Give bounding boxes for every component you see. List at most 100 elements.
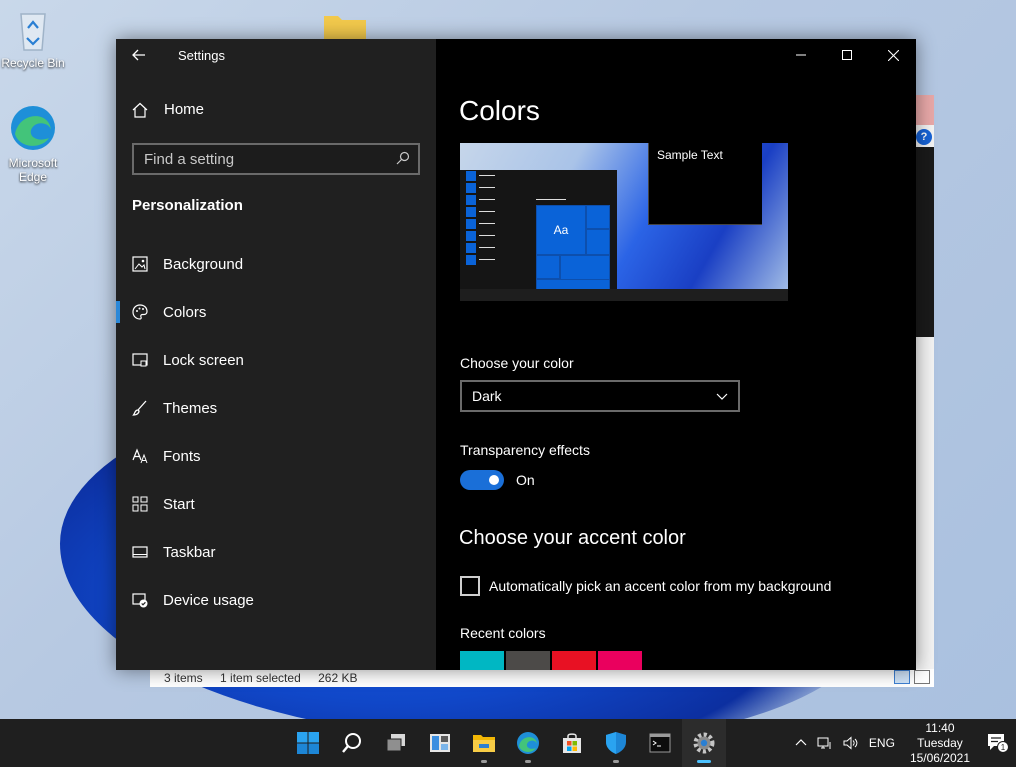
- palette-icon: [132, 304, 148, 320]
- dropdown-value: Dark: [472, 388, 502, 404]
- recent-color-swatches: [460, 651, 642, 670]
- clock[interactable]: 11:40 Tuesday 15/06/2021: [910, 721, 970, 766]
- transparency-label: Transparency effects: [460, 442, 590, 458]
- large-icons-view-icon[interactable]: [914, 670, 930, 684]
- taskbar-store-button[interactable]: [550, 719, 594, 767]
- color-swatch[interactable]: [506, 651, 550, 670]
- details-view-icon[interactable]: [894, 670, 910, 684]
- color-preview: Aa Sample Text: [460, 143, 788, 301]
- nav-label: Colors: [163, 303, 207, 321]
- clock-date: 15/06/2021: [909, 750, 970, 765]
- font-icon: [132, 448, 148, 464]
- edge-icon: [11, 106, 55, 150]
- minimize-icon: [796, 54, 806, 56]
- preview-list-bars: [466, 171, 496, 267]
- window-title: Settings: [178, 47, 225, 63]
- settings-window: Settings Home Find a setting Personaliza…: [116, 39, 916, 670]
- choose-color-label: Choose your color: [460, 355, 574, 371]
- notification-center-button[interactable]: 1: [980, 733, 1016, 753]
- taskbar-search-button[interactable]: [330, 719, 374, 767]
- desktop-icon-label: Recycle Bin: [1, 56, 65, 70]
- transparency-toggle[interactable]: [460, 470, 504, 490]
- nav-label: Background: [163, 255, 244, 273]
- back-button[interactable]: [116, 39, 162, 71]
- clock-time: 11:40: [925, 720, 955, 735]
- taskbar-defender-button[interactable]: [594, 719, 638, 767]
- taskbar-icon: [132, 544, 148, 560]
- edge-desktop-icon[interactable]: Microsoft Edge: [1, 104, 65, 184]
- terminal-icon: [649, 733, 671, 753]
- home-icon: [132, 102, 148, 118]
- ribbon-strip: [914, 147, 934, 337]
- help-icon[interactable]: ?: [916, 129, 932, 145]
- minimize-button[interactable]: [778, 39, 824, 71]
- nav-item-device-usage[interactable]: Device usage: [116, 576, 436, 624]
- close-icon: [887, 49, 899, 61]
- taskbar-terminal-button[interactable]: [638, 719, 682, 767]
- nav-label: Start: [163, 495, 195, 513]
- nav-label: Taskbar: [163, 543, 216, 561]
- nav-item-start[interactable]: Start: [116, 480, 436, 528]
- home-label: Home: [164, 101, 205, 118]
- nav-label: Lock screen: [163, 351, 244, 369]
- nav-label: Device usage: [163, 591, 254, 609]
- nav-item-themes[interactable]: Themes: [116, 384, 436, 432]
- auto-accent-label: Automatically pick an accent color from …: [489, 578, 832, 594]
- nav-label: Fonts: [163, 447, 201, 465]
- recent-colors-label: Recent colors: [460, 625, 546, 641]
- color-swatch[interactable]: [460, 651, 504, 670]
- taskbar-file-explorer-button[interactable]: [462, 719, 506, 767]
- settings-nav-pane: Settings Home Find a setting Personaliza…: [116, 39, 436, 670]
- chevron-down-icon: [716, 393, 728, 400]
- maximize-icon: [842, 50, 852, 60]
- taskbar-widgets-button[interactable]: [418, 719, 462, 767]
- brush-icon: [132, 400, 148, 416]
- folder-icon[interactable]: [322, 12, 368, 40]
- home-link[interactable]: Home: [132, 101, 204, 118]
- color-swatch[interactable]: [552, 651, 596, 670]
- taskbar-edge-button[interactable]: [506, 719, 550, 767]
- notification-icon: 1: [988, 734, 1009, 753]
- choose-color-dropdown[interactable]: Dark: [460, 380, 740, 412]
- preview-sample-text: Sample Text: [648, 143, 762, 225]
- show-hidden-icons-button[interactable]: [795, 737, 807, 749]
- nav-item-taskbar[interactable]: Taskbar: [116, 528, 436, 576]
- lock-screen-icon: [132, 352, 148, 368]
- nav-item-lock-screen[interactable]: Lock screen: [116, 336, 436, 384]
- color-swatch[interactable]: [598, 651, 642, 670]
- explorer-status-bar: 3 items 1 item selected 262 KB: [150, 669, 934, 687]
- accent-color-heading: Choose your accent color: [459, 527, 686, 549]
- device-usage-icon: [132, 592, 148, 608]
- taskbar-settings-button[interactable]: [682, 719, 726, 767]
- find-setting-search[interactable]: Find a setting: [132, 143, 420, 175]
- status-selected: 1 item selected: [220, 671, 301, 685]
- auto-accent-checkbox[interactable]: [460, 576, 480, 596]
- network-icon[interactable]: [817, 736, 833, 750]
- widgets-icon: [430, 734, 450, 752]
- notification-count: 1: [1001, 743, 1006, 752]
- maximize-button[interactable]: [824, 39, 870, 71]
- taskbar: ENG 11:40 Tuesday 15/06/2021 1: [0, 719, 1016, 767]
- edge-icon: [517, 732, 539, 754]
- language-indicator[interactable]: ENG: [869, 736, 895, 750]
- taskbar-start-button[interactable]: [286, 719, 330, 767]
- settings-icon: [693, 732, 715, 754]
- store-icon: [563, 733, 581, 753]
- colors-page: Colors Aa Sample Text Choose your color …: [436, 39, 916, 670]
- nav-item-background[interactable]: Background: [116, 240, 436, 288]
- personalization-nav-list: Background Colors Lock screen Themes Fon…: [116, 240, 436, 624]
- taskbar-task-view-button[interactable]: [374, 719, 418, 767]
- search-icon: [342, 733, 361, 753]
- file-explorer-icon: [473, 735, 495, 752]
- chevron-up-icon: [795, 739, 807, 746]
- nav-item-fonts[interactable]: Fonts: [116, 432, 436, 480]
- close-button[interactable]: [870, 39, 916, 71]
- nav-label: Themes: [163, 399, 218, 417]
- recycle-bin-desktop-icon[interactable]: Recycle Bin: [1, 8, 65, 70]
- search-icon: [396, 151, 410, 165]
- picture-icon: [132, 256, 148, 272]
- preview-tile-aa: Aa: [536, 205, 586, 255]
- back-arrow-icon: [132, 49, 145, 61]
- volume-icon[interactable]: [843, 736, 859, 750]
- nav-item-colors[interactable]: Colors: [116, 288, 436, 336]
